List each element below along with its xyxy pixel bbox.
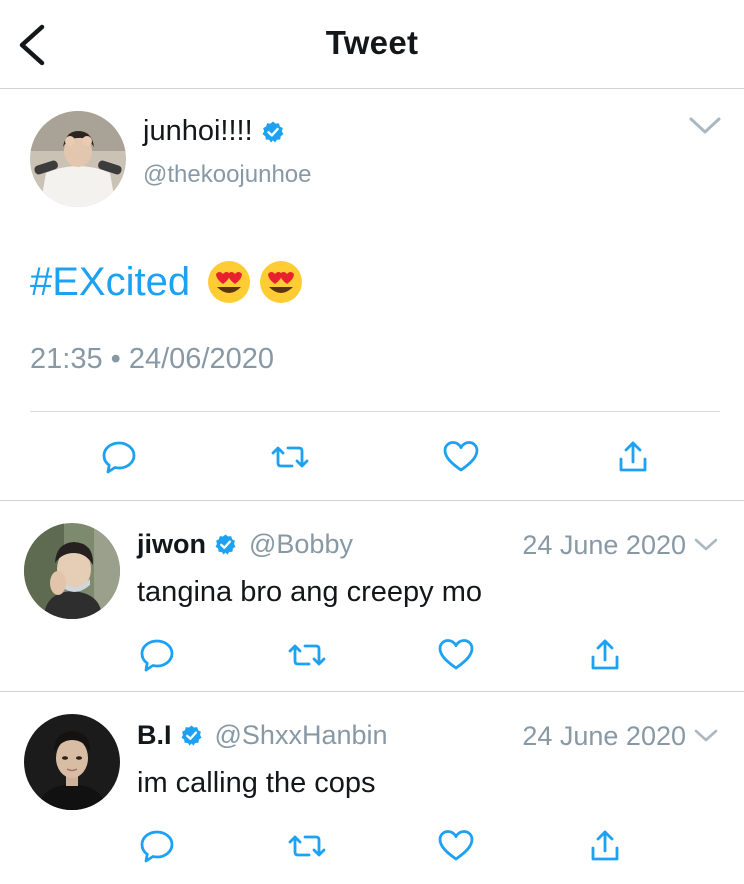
- action-bar: [0, 826, 744, 866]
- author-name[interactable]: jiwon: [137, 529, 206, 560]
- chevron-down-icon[interactable]: [688, 115, 722, 137]
- reply-date: 24 June 2020: [522, 530, 686, 560]
- like-icon[interactable]: [436, 635, 476, 675]
- heart-eyes-emoji-icon: [260, 261, 303, 303]
- nav-bar: Tweet: [0, 0, 744, 89]
- reply-date: 24 June 2020: [522, 721, 686, 751]
- action-bar: [0, 635, 744, 675]
- retweet-icon[interactable]: [287, 826, 327, 866]
- retweet-icon[interactable]: [270, 437, 310, 477]
- tweet-timestamp: 21:35 • 24/06/2020: [30, 343, 274, 375]
- divider: [30, 411, 720, 412]
- author-row: B.I @ShxxHanbin: [137, 720, 388, 751]
- reply-tweet[interactable]: B.I @ShxxHanbin 24 June 2020 im calling …: [0, 692, 744, 884]
- author-handle: @ShxxHanbin: [214, 720, 388, 750]
- reply-tweet[interactable]: jiwon @Bobby 24 June 2020 tangina bro an…: [0, 501, 744, 692]
- chevron-down-icon[interactable]: [694, 728, 718, 744]
- like-icon[interactable]: [436, 826, 476, 866]
- main-tweet: junhoi!!!! @thekoojunhoe #EXcited 21:35 …: [0, 89, 744, 501]
- retweet-icon[interactable]: [287, 635, 327, 675]
- avatar[interactable]: [30, 111, 126, 207]
- author-name[interactable]: B.I: [137, 720, 172, 751]
- share-icon[interactable]: [613, 437, 653, 477]
- verified-badge-icon: [262, 121, 284, 142]
- verified-badge-icon: [215, 534, 236, 555]
- like-icon[interactable]: [441, 437, 481, 477]
- avatar[interactable]: [24, 714, 120, 810]
- reply-icon[interactable]: [137, 826, 177, 866]
- avatar[interactable]: [24, 523, 120, 619]
- author-row: junhoi!!!!: [143, 115, 285, 148]
- author-row: jiwon @Bobby: [137, 529, 353, 560]
- hashtag-link[interactable]: #EXcited: [30, 260, 190, 305]
- verified-badge-icon: [181, 725, 201, 746]
- author-handle: @Bobby: [249, 529, 353, 559]
- author-handle: @thekoojunhoe: [143, 161, 312, 188]
- reply-text: im calling the cops: [137, 767, 376, 799]
- author-name[interactable]: junhoi!!!!: [143, 115, 253, 148]
- share-icon[interactable]: [585, 826, 625, 866]
- reply-icon[interactable]: [137, 635, 177, 675]
- heart-eyes-emoji-icon: [208, 261, 251, 303]
- reply-text: tangina bro ang creepy mo: [137, 576, 482, 608]
- share-icon[interactable]: [585, 635, 625, 675]
- page-title: Tweet: [325, 24, 419, 61]
- tweet-text: #EXcited: [30, 259, 304, 305]
- chevron-down-icon[interactable]: [694, 537, 718, 553]
- reply-icon[interactable]: [99, 437, 139, 477]
- action-bar: [0, 437, 744, 477]
